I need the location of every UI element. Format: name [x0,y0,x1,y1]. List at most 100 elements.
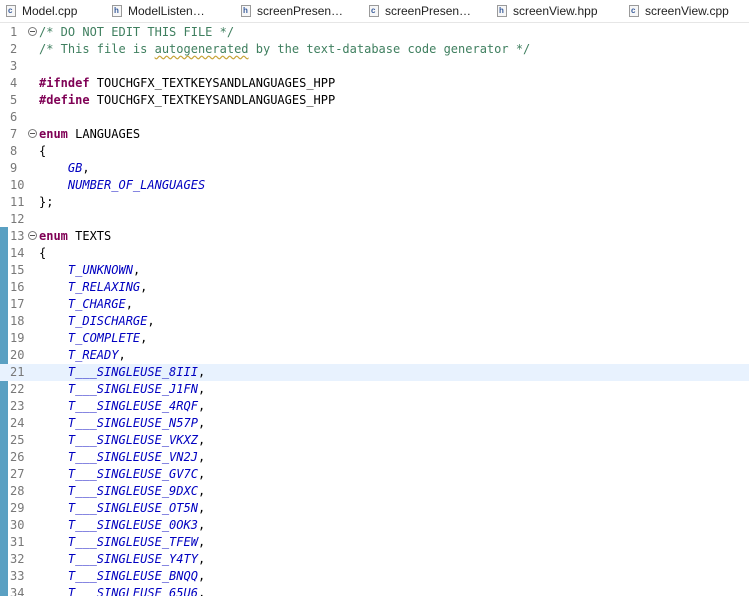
line-number: 22 [10,382,25,396]
code-text: enum TEXTS [39,228,111,245]
c-file-icon: c [6,5,16,17]
code-token: T___SINGLEUSE_VN2J [67,450,198,464]
code-text: T_DISCHARGE, [39,313,155,330]
code-line[interactable]: 29 T___SINGLEUSE_OT5N, [0,500,749,517]
code-line[interactable]: 19 T_COMPLETE, [0,330,749,347]
code-line[interactable]: 7 enum LANGUAGES [0,126,749,143]
code-token: , [197,365,206,379]
code-line[interactable]: 26 T___SINGLEUSE_VN2J, [0,449,749,466]
code-line[interactable]: 6 [0,109,749,126]
code-line[interactable]: 2 /* This file is autogenerated by the te… [0,41,749,58]
code-text: }; [39,194,53,211]
code-line[interactable]: 13 enum TEXTS [0,228,749,245]
code-token: LANGUAGES [67,127,141,141]
code-token: T___SINGLEUSE_9DXC [67,484,198,498]
c-file-icon: c [369,5,379,17]
code-token: , [132,263,141,277]
code-line[interactable]: 28 T___SINGLEUSE_9DXC, [0,483,749,500]
tab-screen-view-cpp[interactable]: c screenView.cpp [629,0,729,22]
code-line[interactable]: 4 #ifndef TOUCHGFX_TEXTKEYSANDLANGUAGES_H… [0,75,749,92]
line-number: 5 [10,93,18,107]
code-line[interactable]: 12 [0,211,749,228]
code-token: T___SINGLEUSE_N57P [67,416,198,430]
tab-model-listener[interactable]: h ModelListen… [112,0,205,22]
code-text: NUMBER_OF_LANGUAGES [39,177,205,194]
code-text: T___SINGLEUSE_VN2J, [39,449,205,466]
code-token: , [197,535,206,549]
code-line[interactable]: 3 [0,58,749,75]
code-line[interactable]: 18 T_DISCHARGE, [0,313,749,330]
code-token: T_UNKNOWN [67,263,133,277]
code-line[interactable]: 23 T___SINGLEUSE_4RQF, [0,398,749,415]
code-text: T___SINGLEUSE_8III, [39,364,205,381]
code-line[interactable]: 34 T___SINGLEUSE_65U6, [0,585,749,596]
code-text: T_UNKNOWN, [39,262,140,279]
tab-screen-presenter-hpp[interactable]: h screenPresen… [241,0,343,22]
code-text: T___SINGLEUSE_VKXZ, [39,432,205,449]
code-token: T___SINGLEUSE_GV7C [67,467,198,481]
tab-screen-view-hpp[interactable]: h screenView.hpp [497,0,598,22]
code-text: T_RELAXING, [39,279,147,296]
code-text: T___SINGLEUSE_J1FN, [39,381,205,398]
code-token: , [140,280,148,294]
code-line[interactable]: 20 T_READY, [0,347,749,364]
code-line[interactable]: 21 T___SINGLEUSE_8III, [0,364,749,381]
code-token: , [82,161,90,175]
code-token: T_COMPLETE [67,331,141,345]
h-file-icon: h [241,5,251,17]
code-line[interactable]: 1/* DO NOT EDIT THIS FILE */ [0,24,749,41]
line-number: 32 [10,552,25,566]
code-line[interactable]: 16 T_RELAXING, [0,279,749,296]
code-line[interactable]: 8{ [0,143,749,160]
code-line[interactable]: 30 T___SINGLEUSE_0OK3, [0,517,749,534]
code-line[interactable]: 11}; [0,194,749,211]
code-line[interactable]: 17 T_CHARGE, [0,296,749,313]
tab-model-cpp[interactable]: c Model.cpp [6,0,77,22]
code-line[interactable]: 31 T___SINGLEUSE_TFEW, [0,534,749,551]
code-token: T___SINGLEUSE_Y4TY [67,552,198,566]
code-editor[interactable]: 1/* DO NOT EDIT THIS FILE */2 /* This fil… [0,23,749,596]
line-number: 4 [10,76,18,90]
h-file-icon: h [112,5,122,17]
tab-label: screenView.cpp [645,4,729,18]
code-text: T___SINGLEUSE_OT5N, [39,500,205,517]
code-line[interactable]: 27 T___SINGLEUSE_GV7C, [0,466,749,483]
code-token: T___SINGLEUSE_8III [67,365,198,379]
code-text: #define TOUCHGFX_TEXTKEYSANDLANGUAGES_HP… [39,92,335,109]
code-line[interactable]: 22 T___SINGLEUSE_J1FN, [0,381,749,398]
code-line[interactable]: 24 T___SINGLEUSE_N57P, [0,415,749,432]
code-text: T___SINGLEUSE_Y4TY, [39,551,205,568]
code-line[interactable]: 32 T___SINGLEUSE_Y4TY, [0,551,749,568]
code-line[interactable]: 25 T___SINGLEUSE_VKXZ, [0,432,749,449]
code-text: T_COMPLETE, [39,330,147,347]
code-token: T___SINGLEUSE_J1FN [67,382,198,396]
fold-collapse-icon[interactable] [28,231,37,240]
code-line[interactable]: 9 GB, [0,160,749,177]
tab-screen-presenter-cpp[interactable]: c screenPresen… [369,0,471,22]
code-line[interactable]: 33 T___SINGLEUSE_BNQQ, [0,568,749,585]
code-line[interactable]: 10 NUMBER_OF_LANGUAGES [0,177,749,194]
code-token: by the text-database code generator */ [248,42,531,56]
fold-collapse-icon[interactable] [28,27,37,36]
code-token: , [197,433,206,447]
code-token: , [147,314,155,328]
code-line[interactable]: 5 #define TOUCHGFX_TEXTKEYSANDLANGUAGES_H… [0,92,749,109]
code-line[interactable]: 14 { [0,245,749,262]
code-line[interactable]: 15 T_UNKNOWN, [0,262,749,279]
c-file-icon: c [629,5,639,17]
code-text: { [39,245,46,262]
line-number: 34 [10,586,25,596]
code-token: T_CHARGE [67,297,126,311]
fold-collapse-icon[interactable] [28,129,37,138]
